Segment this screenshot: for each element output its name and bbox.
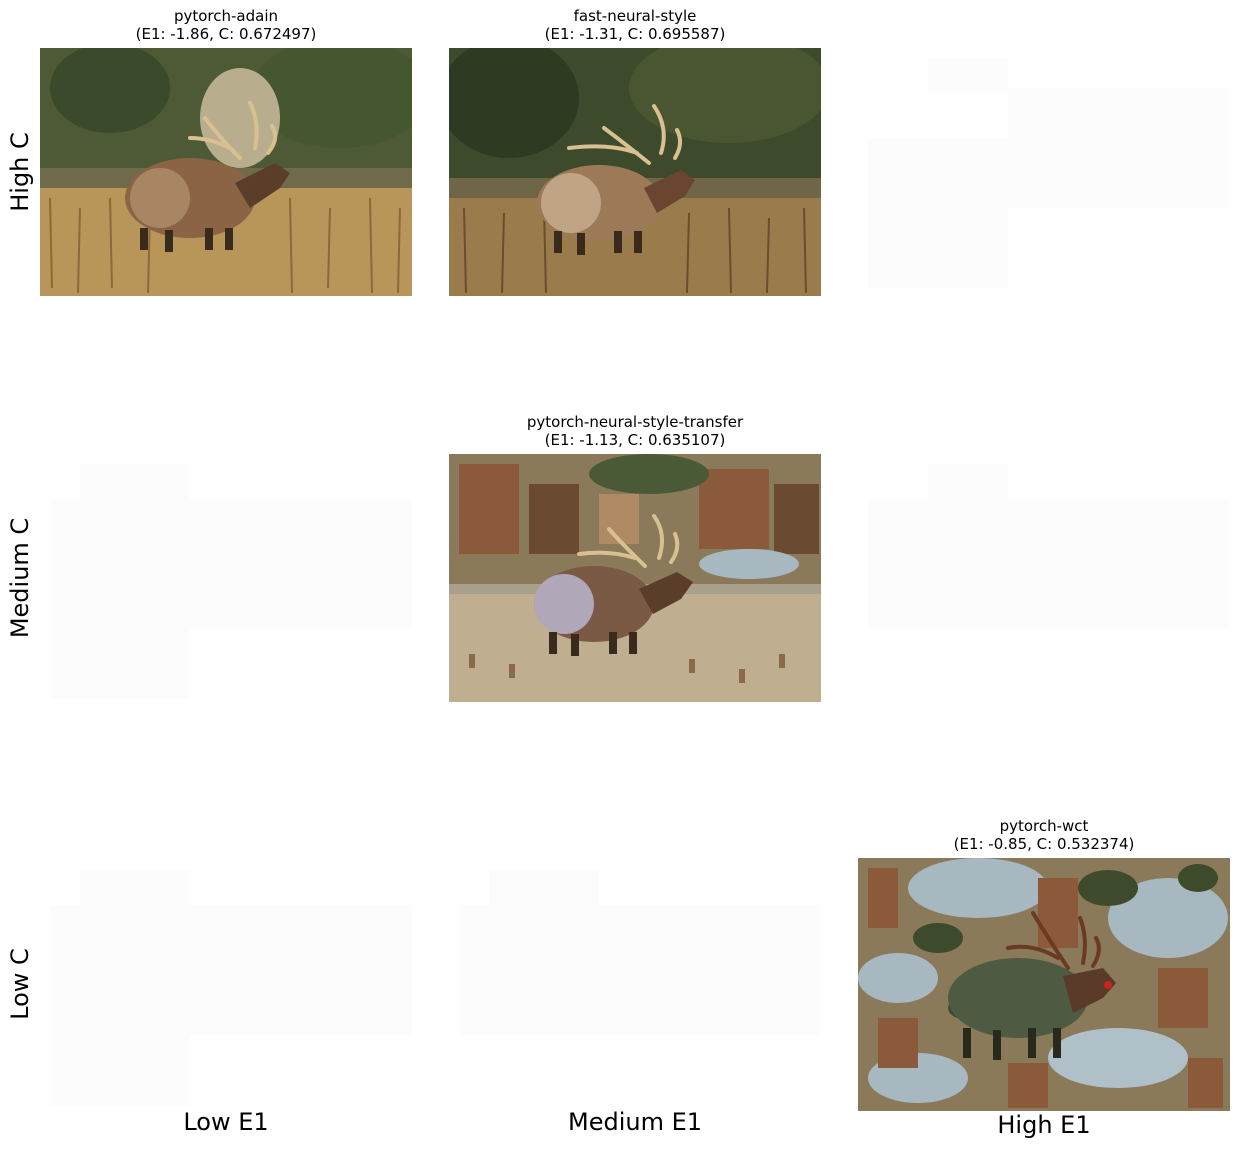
col-label-medium-e1: Medium E1 (567, 1108, 703, 1136)
method-stats: (E1: -1.31, C: 0.695587) (544, 24, 726, 43)
row-label-medium-c: Medium C (6, 517, 34, 639)
cell-title-pytorch-wct: pytorch-wct (E1: -0.85, C: 0.532374) (854, 817, 1234, 853)
empty-cell-medium-c-high-e1 (858, 454, 1230, 702)
elk-stylized-photo-icon (449, 48, 821, 296)
method-stats: (E1: -1.13, C: 0.635107) (544, 430, 726, 449)
cell-title-pytorch-adain: pytorch-adain (E1: -1.86, C: 0.672497) (36, 7, 416, 43)
elk-stylized-photo-icon (449, 454, 821, 702)
stylized-image-pytorch-neural-style-transfer (449, 454, 821, 702)
elk-stylized-photo-icon (858, 858, 1230, 1111)
empty-cell-medium-c-low-e1 (40, 454, 412, 702)
method-stats: (E1: -0.85, C: 0.532374) (953, 834, 1135, 853)
cell-title-fast-neural-style: fast-neural-style (E1: -1.31, C: 0.69558… (445, 7, 825, 43)
stylized-image-pytorch-wct (858, 858, 1230, 1111)
col-label-high-e1: High E1 (997, 1111, 1091, 1139)
col-label-low-e1: Low E1 (183, 1108, 269, 1136)
stylized-image-pytorch-adain (40, 48, 412, 296)
method-stats: (E1: -1.86, C: 0.672497) (135, 24, 317, 43)
method-name: pytorch-wct (999, 817, 1089, 835)
empty-cell-low-c-medium-e1 (449, 860, 821, 1108)
empty-cell-low-c-low-e1 (40, 860, 412, 1108)
method-name: fast-neural-style (573, 7, 697, 25)
method-name: pytorch-neural-style-transfer (526, 413, 744, 431)
cell-title-pytorch-neural-style-transfer: pytorch-neural-style-transfer (E1: -1.13… (445, 413, 825, 449)
elk-stylized-photo-icon (40, 48, 412, 296)
empty-cell-high-c-high-e1 (858, 48, 1230, 296)
stylized-image-fast-neural-style (449, 48, 821, 296)
row-label-low-c: Low C (6, 948, 34, 1020)
method-name: pytorch-adain (173, 7, 279, 25)
row-label-high-c: High C (6, 132, 34, 212)
